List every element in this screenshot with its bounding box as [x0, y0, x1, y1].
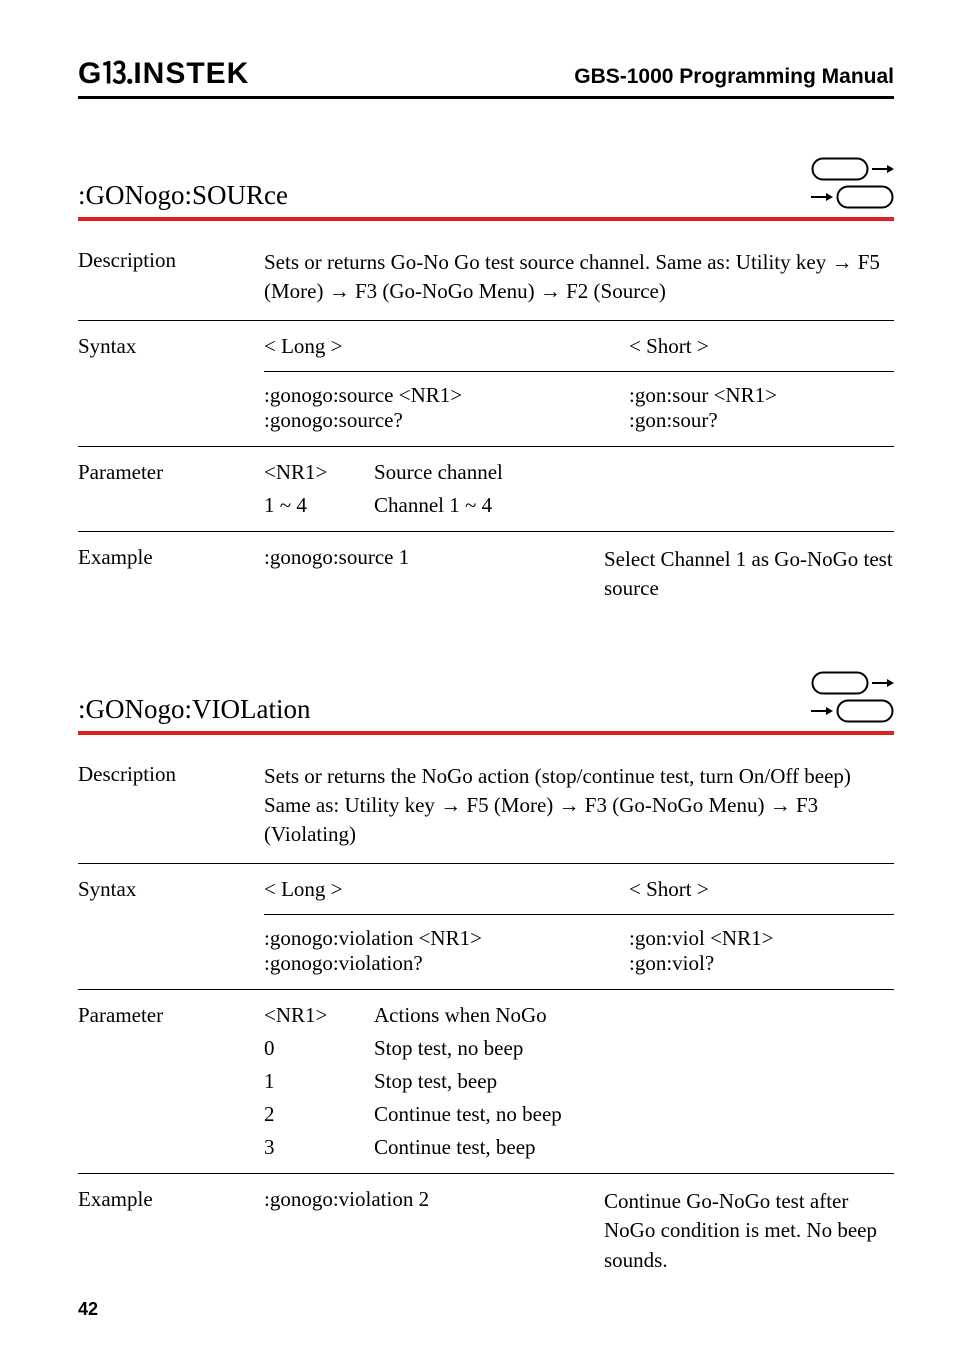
- query-icon: [811, 699, 894, 723]
- set-query-icons: [811, 671, 894, 723]
- section-title: :GONogo:VIOLation: [78, 694, 310, 725]
- param-entry: 1 Stop test, beep: [264, 1069, 894, 1094]
- syntax-row: Syntax < Long > < Short > :gonogo:violat…: [78, 864, 894, 990]
- parameter-label: Parameter: [78, 460, 264, 518]
- set-icon: [811, 671, 894, 695]
- param-entry: 1 ~ 4 Channel 1 ~ 4: [264, 493, 894, 518]
- param-entry: 0 Stop test, no beep: [264, 1036, 894, 1061]
- short-label: < Short >: [629, 334, 894, 359]
- param-entry: 2 Continue test, no beep: [264, 1102, 894, 1127]
- short-label: < Short >: [629, 877, 894, 902]
- description-text: Sets or returns the NoGo action (stop/co…: [264, 762, 894, 850]
- param-key: 1 ~ 4: [264, 493, 374, 518]
- param-key: <NR1>: [264, 460, 374, 485]
- example-label: Example: [78, 1187, 264, 1275]
- param-val: Channel 1 ~ 4: [374, 493, 894, 518]
- example-command: :gonogo:source 1: [264, 545, 604, 604]
- long-commands: :gonogo:source <NR1> :gonogo:source?: [264, 383, 629, 433]
- command-section-gonogo-source: :GONogo:SOURce Description Sets or retur…: [78, 157, 894, 617]
- param-val: Actions when NoGo: [374, 1003, 894, 1028]
- syntax-label: Syntax: [78, 334, 264, 433]
- param-entry: 3 Continue test, beep: [264, 1135, 894, 1160]
- section-header: :GONogo:VIOLation: [78, 671, 894, 735]
- parameter-label: Parameter: [78, 1003, 264, 1160]
- set-icon: [811, 157, 894, 181]
- command-section-gonogo-violation: :GONogo:VIOLation Description Sets or re…: [78, 671, 894, 1288]
- param-val: Stop test, no beep: [374, 1036, 894, 1061]
- parameter-row: Parameter <NR1> Actions when NoGo 0 Stop…: [78, 990, 894, 1174]
- description-row: Description Sets or returns Go-No Go tes…: [78, 235, 894, 321]
- param-val: Stop test, beep: [374, 1069, 894, 1094]
- param-key: <NR1>: [264, 1003, 374, 1028]
- syntax-label: Syntax: [78, 877, 264, 976]
- param-val: Continue test, beep: [374, 1135, 894, 1160]
- param-val: Source channel: [374, 460, 894, 485]
- syntax-commands-row: :gonogo:violation <NR1> :gonogo:violatio…: [264, 914, 894, 976]
- param-val: Continue test, no beep: [374, 1102, 894, 1127]
- syntax-header-row: < Long > < Short >: [264, 334, 894, 359]
- example-description: Select Channel 1 as Go-NoGo test source: [604, 545, 894, 604]
- description-row: Description Sets or returns the NoGo act…: [78, 749, 894, 864]
- param-key: 1: [264, 1069, 374, 1094]
- example-command: :gonogo:violation 2: [264, 1187, 604, 1275]
- syntax-commands-row: :gonogo:source <NR1> :gonogo:source? :go…: [264, 371, 894, 433]
- param-key: 0: [264, 1036, 374, 1061]
- set-query-icons: [811, 157, 894, 209]
- short-commands: :gon:viol <NR1> :gon:viol?: [629, 926, 894, 976]
- brand-logo: G⒔INSTEK: [78, 48, 249, 92]
- example-row: Example :gonogo:source 1 Select Channel …: [78, 532, 894, 617]
- description-label: Description: [78, 762, 264, 850]
- param-key: 2: [264, 1102, 374, 1127]
- example-description: Continue Go-NoGo test after NoGo conditi…: [604, 1187, 894, 1275]
- query-icon: [811, 185, 894, 209]
- syntax-row: Syntax < Long > < Short > :gonogo:source…: [78, 321, 894, 447]
- param-key: 3: [264, 1135, 374, 1160]
- param-entry: <NR1> Source channel: [264, 460, 894, 485]
- parameter-row: Parameter <NR1> Source channel 1 ~ 4 Cha…: [78, 447, 894, 532]
- section-title: :GONogo:SOURce: [78, 180, 288, 211]
- section-header: :GONogo:SOURce: [78, 157, 894, 221]
- description-label: Description: [78, 248, 264, 307]
- param-entry: <NR1> Actions when NoGo: [264, 1003, 894, 1028]
- long-label: < Long >: [264, 334, 629, 359]
- long-commands: :gonogo:violation <NR1> :gonogo:violatio…: [264, 926, 629, 976]
- description-text: Sets or returns Go-No Go test source cha…: [264, 248, 894, 307]
- page-number: 42: [78, 1299, 98, 1320]
- short-commands: :gon:sour <NR1> :gon:sour?: [629, 383, 894, 433]
- syntax-header-row: < Long > < Short >: [264, 877, 894, 902]
- long-label: < Long >: [264, 877, 629, 902]
- example-row: Example :gonogo:violation 2 Continue Go-…: [78, 1174, 894, 1288]
- page-header: G⒔INSTEK GBS-1000 Programming Manual: [78, 48, 894, 99]
- manual-title: GBS-1000 Programming Manual: [574, 65, 894, 89]
- example-label: Example: [78, 545, 264, 604]
